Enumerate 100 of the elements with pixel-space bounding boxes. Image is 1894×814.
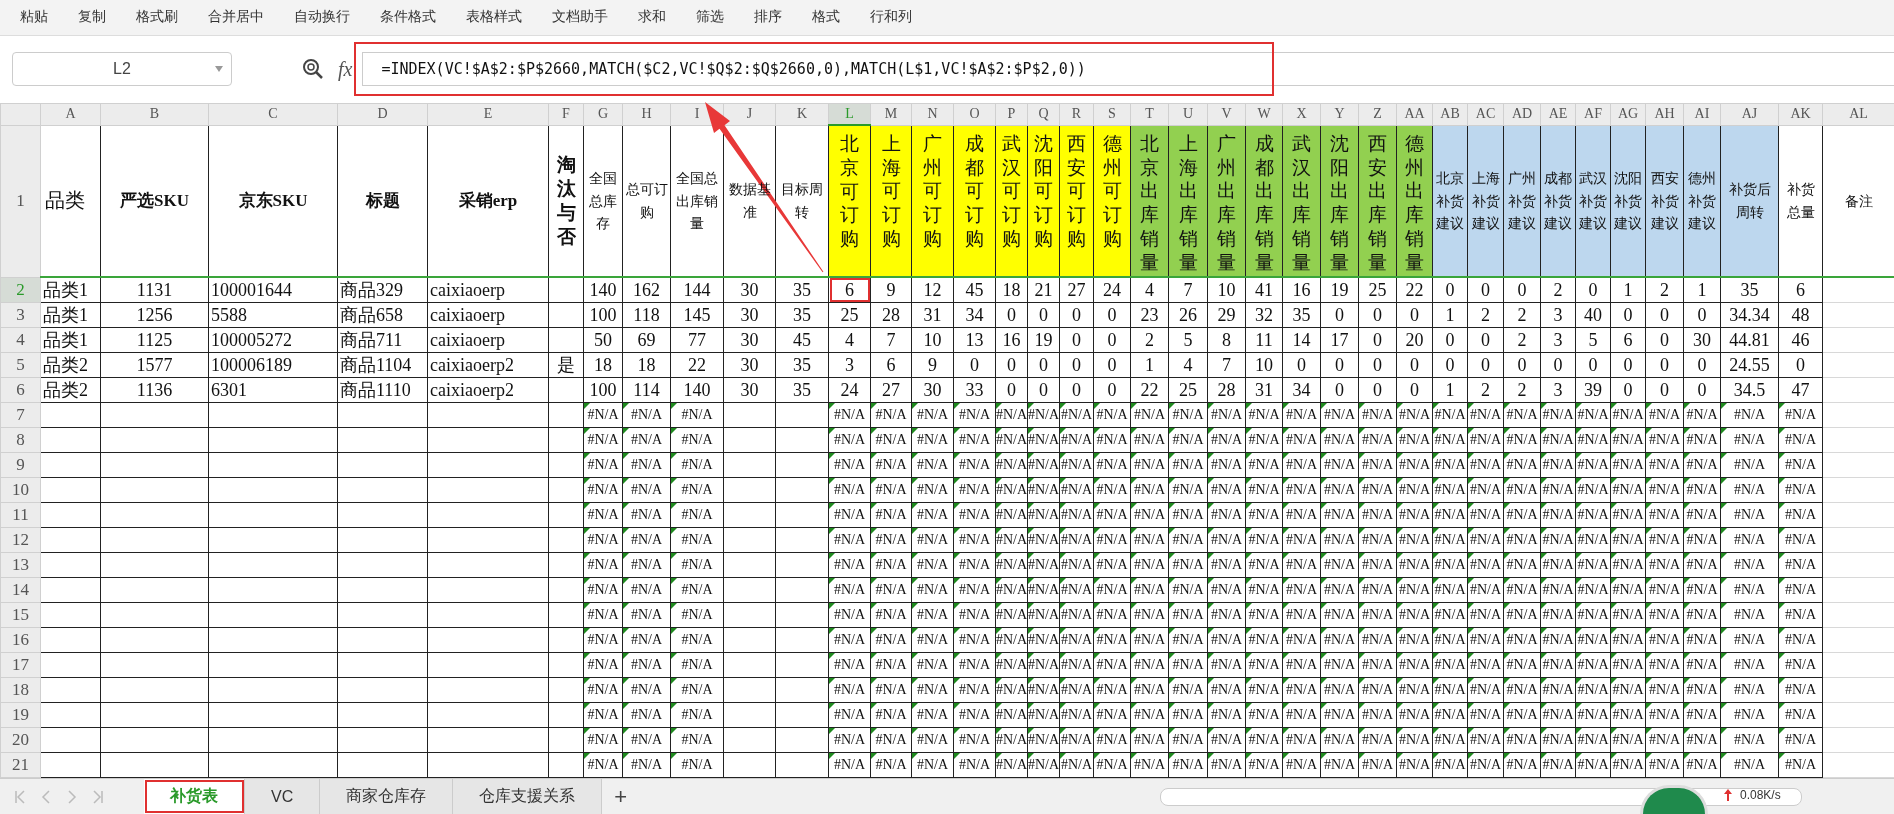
column-header[interactable]: B	[100, 103, 209, 125]
previous-sheet-icon[interactable]	[40, 789, 52, 804]
column-header[interactable]: X	[1282, 103, 1321, 125]
column-header[interactable]: M	[870, 103, 912, 125]
toolbar-button[interactable]: 表格样式	[466, 8, 522, 27]
error-value: #N/A	[1469, 657, 1502, 673]
column-header[interactable]: P	[995, 103, 1028, 125]
row-header[interactable]: 17	[0, 652, 41, 678]
row-header[interactable]: 8	[0, 427, 41, 453]
name-box[interactable]: L2	[12, 52, 232, 87]
column-header[interactable]: A	[40, 103, 101, 125]
error-value: #N/A	[958, 532, 991, 548]
row-header[interactable]: 20	[0, 727, 41, 753]
toolbar-button[interactable]: 文档助手	[552, 8, 608, 27]
error-value: #N/A	[1285, 407, 1318, 423]
error-value: #N/A	[1784, 507, 1817, 523]
row-header[interactable]: 9	[0, 452, 41, 478]
first-sheet-icon[interactable]	[14, 789, 26, 804]
toolbar-button[interactable]: 排序	[754, 8, 782, 27]
column-header[interactable]: J	[723, 103, 776, 125]
column-header[interactable]: R	[1059, 103, 1094, 125]
row-header[interactable]: 10	[0, 477, 41, 503]
horizontal-scrollbar[interactable]	[1160, 788, 1802, 806]
cell-value: caixiaoerp	[430, 329, 505, 351]
column-header[interactable]: AH	[1645, 103, 1684, 125]
row-header[interactable]: 1	[0, 125, 41, 277]
column-header[interactable]: W	[1245, 103, 1283, 125]
toolbar-button[interactable]: 格式	[812, 8, 840, 27]
column-header[interactable]: S	[1093, 103, 1131, 125]
toolbar-button[interactable]: 行和列	[870, 8, 912, 27]
sheet-tab[interactable]: VC	[245, 779, 321, 814]
column-header[interactable]: AD	[1503, 103, 1541, 125]
toolbar-button[interactable]: 求和	[638, 8, 666, 27]
add-sheet-button[interactable]: +	[602, 783, 640, 810]
row-header[interactable]: 19	[0, 702, 41, 728]
column-header[interactable]: AJ	[1720, 103, 1779, 125]
column-header[interactable]: AE	[1540, 103, 1576, 125]
row-header[interactable]: 21	[0, 752, 41, 778]
formula-field[interactable]: =INDEX(VC!$A$2:$P$2660,MATCH($C2,VC!$Q$2:$Q$2660,0),MATCH(L$1,VC!$A$2:$P$2,0))	[362, 52, 1894, 87]
row-header[interactable]: 18	[0, 677, 41, 703]
error-value: #N/A	[1506, 582, 1538, 598]
column-header[interactable]: Z	[1358, 103, 1397, 125]
next-sheet-icon[interactable]	[66, 789, 78, 804]
column-header[interactable]: C	[208, 103, 338, 125]
toolbar-button[interactable]: 筛选	[696, 8, 724, 27]
column-header[interactable]: V	[1207, 103, 1246, 125]
error-value: #N/A	[1733, 707, 1766, 723]
cell-value: 1	[1623, 279, 1633, 301]
column-header[interactable]: N	[911, 103, 954, 125]
column-header[interactable]: AK	[1778, 103, 1823, 125]
sheet-tab[interactable]: 补货表	[144, 779, 245, 814]
error-value: #N/A	[1398, 657, 1431, 673]
toolbar-button[interactable]: 合并居中	[208, 8, 264, 27]
column-header[interactable]: F	[548, 103, 584, 125]
column-header[interactable]: D	[337, 103, 428, 125]
column-header[interactable]: K	[775, 103, 829, 125]
column-header[interactable]: AC	[1467, 103, 1504, 125]
row-header[interactable]: 14	[0, 577, 41, 603]
toolbar-button[interactable]: 自动换行	[294, 8, 350, 27]
zoom-icon[interactable]	[302, 58, 324, 81]
row-header[interactable]: 5	[0, 352, 41, 378]
row-header[interactable]: 7	[0, 402, 41, 428]
row-header[interactable]: 12	[0, 527, 41, 553]
select-all-corner[interactable]	[0, 103, 41, 125]
error-value: #N/A	[958, 432, 991, 448]
column-header[interactable]: T	[1130, 103, 1169, 125]
toolbar-button[interactable]: 粘贴	[20, 8, 48, 27]
column-header[interactable]: H	[622, 103, 671, 125]
toolbar-button[interactable]: 格式刷	[136, 8, 178, 27]
column-header[interactable]: AA	[1396, 103, 1433, 125]
fx-label[interactable]: fx	[338, 57, 353, 81]
column-header[interactable]: U	[1168, 103, 1208, 125]
error-value: #N/A	[1210, 632, 1243, 648]
row-header[interactable]: 11	[0, 502, 41, 528]
error-value: #N/A	[1612, 432, 1644, 448]
toolbar-button[interactable]: 复制	[78, 8, 106, 27]
column-header[interactable]: O	[953, 103, 996, 125]
sheet-tab[interactable]: 商家仓库存	[320, 779, 454, 814]
column-header[interactable]: AL	[1822, 103, 1894, 125]
column-header[interactable]: AB	[1432, 103, 1468, 125]
toolbar-button[interactable]: 条件格式	[380, 8, 436, 27]
row-header[interactable]: 6	[0, 377, 41, 403]
column-header[interactable]: G	[583, 103, 623, 125]
row-header[interactable]: 13	[0, 552, 41, 578]
cell-value: 0	[1007, 304, 1016, 326]
column-header[interactable]: AG	[1610, 103, 1646, 125]
error-value: #N/A	[1096, 607, 1128, 623]
column-header[interactable]: Q	[1027, 103, 1060, 125]
last-sheet-icon[interactable]	[92, 789, 104, 804]
cell-value: 0	[1373, 354, 1382, 376]
column-header[interactable]: AI	[1683, 103, 1721, 125]
row-header[interactable]: 16	[0, 627, 41, 653]
error-value: #N/A	[958, 482, 991, 498]
sheet-tab[interactable]: 仓库支援关系	[453, 779, 603, 814]
row-header[interactable]: 3	[0, 302, 41, 328]
column-header[interactable]: E	[427, 103, 549, 125]
column-header[interactable]: AF	[1575, 103, 1611, 125]
row-header[interactable]: 15	[0, 602, 41, 628]
column-header[interactable]: Y	[1320, 103, 1359, 125]
row-header[interactable]: 4	[0, 327, 41, 353]
